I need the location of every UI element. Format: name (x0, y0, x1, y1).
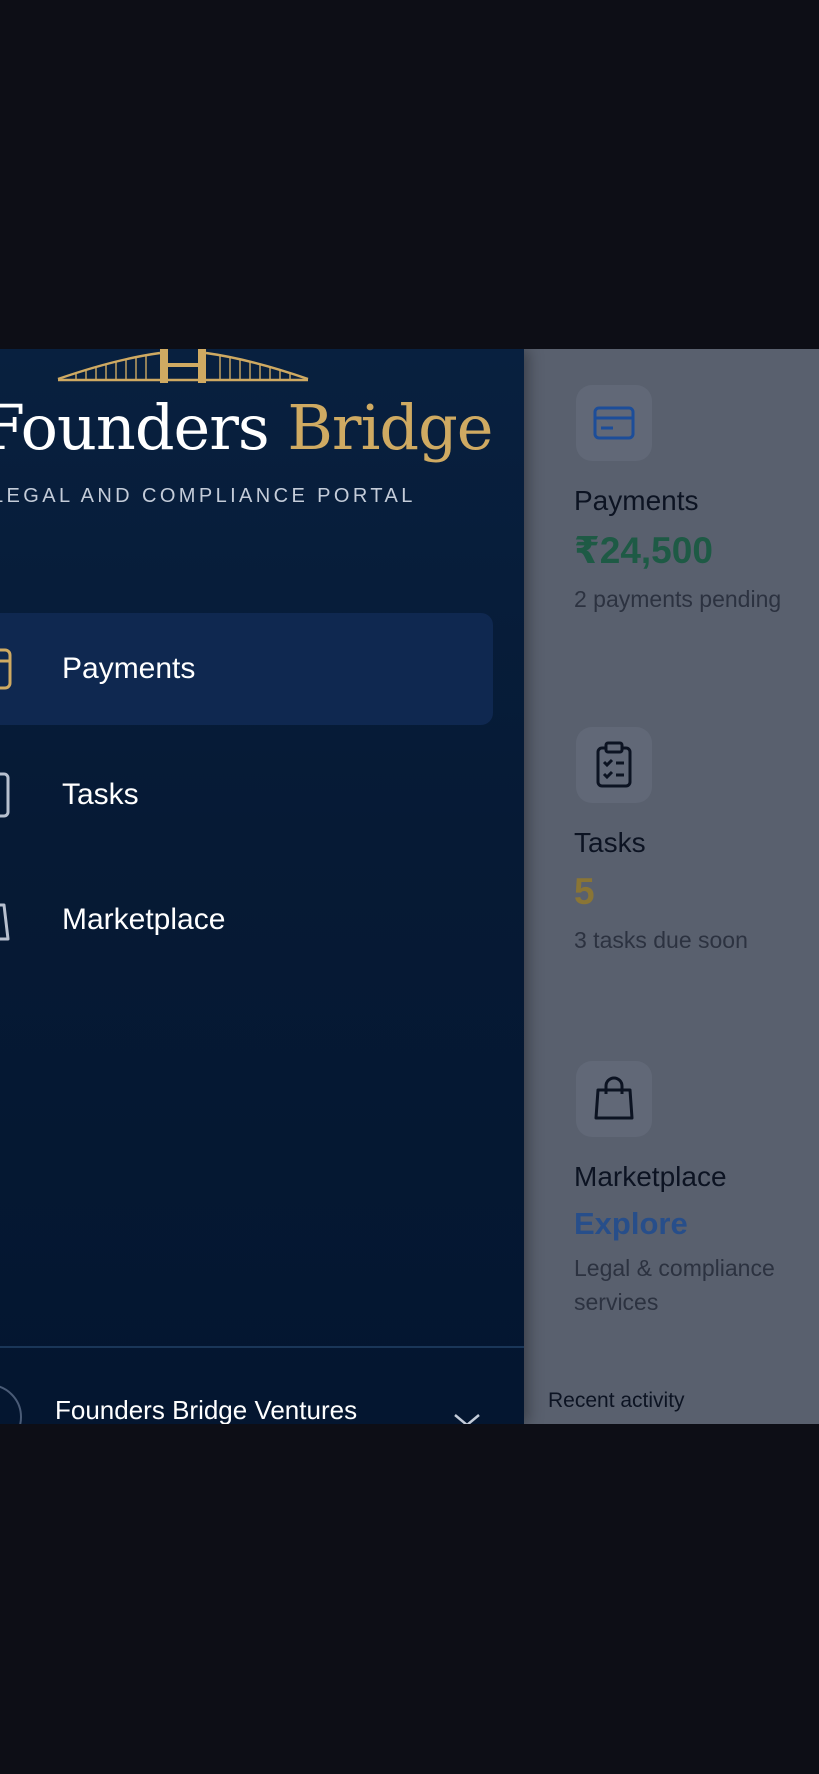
avatar[interactable] (0, 1384, 22, 1424)
credit-card-icon (576, 385, 652, 461)
card-icon (0, 648, 12, 690)
brand-tagline: LEGAL AND COMPLIANCE PORTAL (0, 485, 416, 507)
bridge-logo-icon (57, 349, 309, 383)
brand-name-part1: Founders (0, 391, 270, 464)
brand-name-part2: Bridge (287, 391, 493, 464)
bag-icon (0, 903, 10, 941)
dashboard-content: Payments ₹24,500 2 payments pending Task… (524, 349, 819, 1424)
clipboard-list-icon (576, 727, 652, 803)
drawer-item-marketplace[interactable]: Marketplace (0, 864, 493, 976)
clipboard-icon (0, 772, 10, 818)
payments-card[interactable]: Payments ₹24,500 2 payments pending (574, 385, 819, 625)
drawer-item-payments[interactable]: Payments (0, 613, 493, 725)
recent-activity-heading: Recent activity (548, 1389, 685, 1412)
drawer-item-tasks[interactable]: Tasks (0, 739, 493, 851)
chevron-down-icon[interactable] (452, 1412, 482, 1424)
card-title: Marketplace (574, 1161, 727, 1192)
card-value: ₹24,500 (574, 530, 713, 571)
app-screen: Payments ₹24,500 2 payments pending Task… (0, 349, 819, 1424)
card-subtitle: Legal & compliance services (574, 1255, 775, 1315)
marketplace-card[interactable]: Marketplace Explore Legal & compliance s… (574, 1061, 819, 1341)
card-subtitle: 3 tasks due soon (574, 927, 748, 953)
drawer-item-label: Marketplace (62, 903, 226, 936)
card-value: Explore (574, 1206, 688, 1241)
shopping-bag-icon (576, 1061, 652, 1137)
card-title: Tasks (574, 827, 646, 858)
account-name[interactable]: Founders Bridge Ventures (55, 1395, 357, 1424)
navigation-drawer: Founders Bridge LEGAL AND COMPLIANCE POR… (0, 349, 524, 1424)
card-title: Payments (574, 485, 699, 516)
drawer-item-label: Payments (62, 652, 196, 685)
brand-name: Founders Bridge (0, 391, 493, 464)
card-value: 5 (574, 871, 595, 912)
drawer-divider (0, 1346, 524, 1348)
drawer-item-label: Tasks (62, 778, 139, 811)
card-subtitle: 2 payments pending (574, 586, 782, 612)
tasks-card[interactable]: Tasks 5 3 tasks due soon (574, 727, 819, 967)
